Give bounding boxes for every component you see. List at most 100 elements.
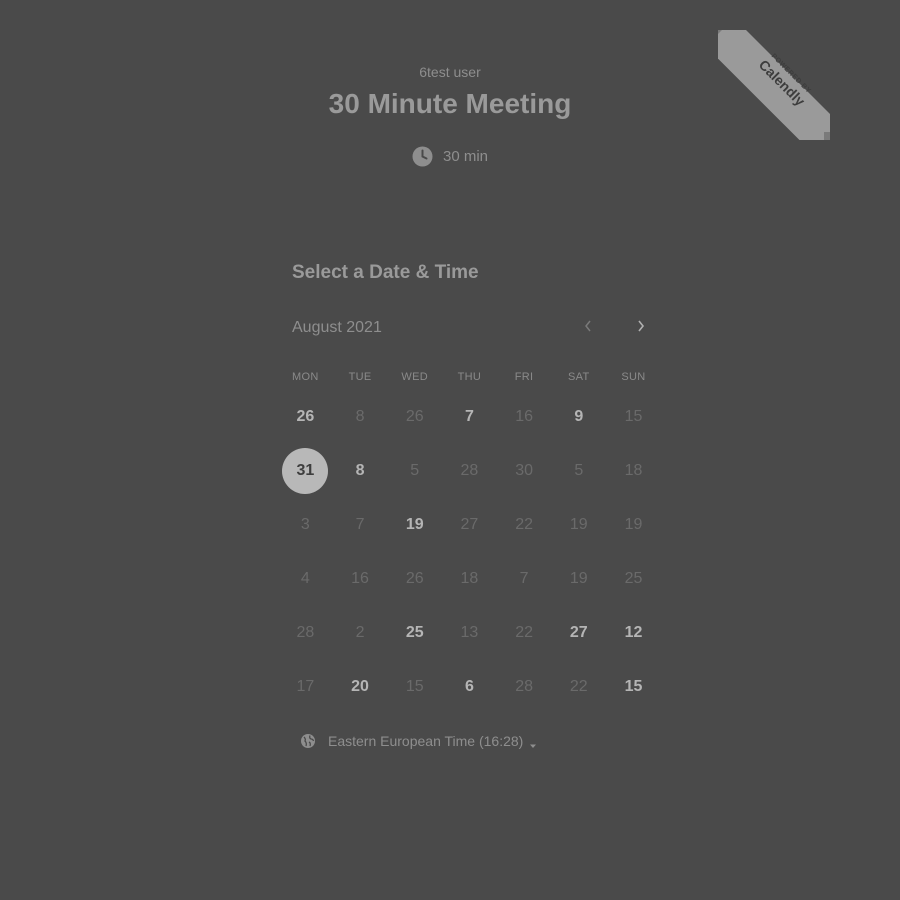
calendar-day: 15: [387, 660, 442, 714]
calendar-day: 4: [278, 552, 333, 606]
calendar-day-available[interactable]: 25: [387, 606, 442, 660]
day-number: 17: [296, 678, 315, 695]
calendar-day-available[interactable]: 19: [387, 498, 442, 552]
calendar-day-available[interactable]: 20: [333, 660, 388, 714]
weekday-label: TUE: [348, 371, 372, 383]
ribbon-fold: [824, 132, 830, 140]
globe-icon: [300, 733, 316, 749]
calendar-day: 28: [497, 660, 552, 714]
weekday-label: MON: [292, 371, 319, 383]
day-number: 12: [624, 624, 643, 641]
day-number: 3: [300, 516, 310, 533]
day-number: 27: [569, 624, 588, 641]
day-number: 19: [569, 516, 588, 533]
calendar-day: 5: [387, 444, 442, 498]
timezone-label: Eastern European Time (16:28): [328, 733, 524, 749]
duration-label: 30 min: [442, 148, 489, 165]
calendar-day: 7: [497, 552, 552, 606]
day-number: 5: [410, 462, 420, 479]
timezone-selector[interactable]: Eastern European Time (16:28): [300, 733, 537, 749]
scheduling-page: POWERED BY Calendly 6test user 30 Minute…: [0, 0, 900, 900]
weekday-label: SUN: [621, 371, 646, 383]
day-number: 22: [515, 624, 533, 641]
chevron-left-icon: [583, 319, 593, 338]
day-number: 13: [460, 624, 479, 641]
day-number: 25: [405, 624, 424, 641]
calendar-day-available[interactable]: 7: [442, 390, 497, 444]
calendar-day-available[interactable]: 27: [551, 606, 606, 660]
event-duration: 30 min: [0, 146, 900, 167]
calendar-day: 26: [387, 552, 442, 606]
day-number: 8: [355, 462, 365, 479]
calendar-day-available[interactable]: 8: [333, 444, 388, 498]
day-number: 28: [515, 678, 533, 695]
powered-by-badge[interactable]: POWERED BY Calendly: [718, 30, 830, 140]
day-number: 28: [296, 624, 315, 641]
day-number: 19: [569, 570, 588, 587]
day-number: 26: [296, 408, 315, 425]
calendar-day: 15: [606, 390, 661, 444]
day-number: 26: [405, 408, 424, 425]
weekday-label: THU: [457, 371, 482, 383]
day-number: 19: [624, 516, 643, 533]
day-number: 18: [460, 570, 479, 587]
calendar-day: 19: [551, 552, 606, 606]
calendar-day: 28: [278, 606, 333, 660]
day-number: 2: [355, 624, 365, 641]
day-number: 5: [574, 462, 584, 479]
calendar-day: 17: [278, 660, 333, 714]
day-number: 19: [405, 516, 424, 533]
calendar-day: 27: [442, 498, 497, 552]
calendar-day: 18: [442, 552, 497, 606]
calendar-day: 13: [442, 606, 497, 660]
calendar-day-available[interactable]: 9: [551, 390, 606, 444]
calendar-day: 22: [497, 606, 552, 660]
calendar-day: 19: [606, 498, 661, 552]
calendar-day: 2: [333, 606, 388, 660]
day-number: 15: [624, 678, 643, 695]
calendar-day: 8: [333, 390, 388, 444]
day-number: 31: [282, 448, 329, 494]
chevron-right-icon: [636, 319, 646, 338]
day-number: 18: [624, 462, 643, 479]
day-number: 20: [351, 678, 369, 695]
calendar-day-available[interactable]: 6: [442, 660, 497, 714]
calendar-day: 18: [606, 444, 661, 498]
clock-icon: [412, 146, 433, 167]
day-number: 15: [405, 678, 424, 695]
calendar-day-available[interactable]: 15: [606, 660, 661, 714]
day-number: 28: [460, 462, 479, 479]
prev-month-button[interactable]: [578, 318, 598, 338]
calendar-day: 7: [333, 498, 388, 552]
calendar-day-selected[interactable]: 31: [278, 444, 333, 498]
day-number: 15: [624, 408, 643, 425]
calendar-days-grid: 26 8 26 7 16 9 15 31 8 5 28 30 5 18 3 7 19 27 22 19 19 4 16 26 1…: [278, 390, 661, 714]
day-number: 16: [351, 570, 369, 587]
calendar-day: 30: [497, 444, 552, 498]
day-number: 8: [355, 408, 365, 425]
weekday-label: WED: [401, 371, 428, 383]
day-number: 22: [569, 678, 588, 695]
event-title: 30 Minute Meeting: [328, 88, 572, 119]
calendar-day-available[interactable]: 26: [278, 390, 333, 444]
day-number: 7: [355, 516, 365, 533]
day-number: 7: [519, 570, 529, 587]
owner-name: 6test user: [419, 64, 481, 80]
weekday-label: FRI: [514, 371, 534, 383]
day-number: 26: [405, 570, 424, 587]
day-number: 16: [515, 408, 533, 425]
calendar-day: 19: [551, 498, 606, 552]
day-number: 30: [515, 462, 533, 479]
calendar-day: 3: [278, 498, 333, 552]
weekday-header: MON TUE WED THU FRI SAT SUN: [278, 371, 661, 383]
day-number: 7: [464, 408, 474, 425]
calendar-day-available[interactable]: 12: [606, 606, 661, 660]
calendar-day: 26: [387, 390, 442, 444]
next-month-button[interactable]: [631, 318, 651, 338]
day-number: 22: [515, 516, 533, 533]
calendar-day: 16: [333, 552, 388, 606]
calendar-day: 28: [442, 444, 497, 498]
caret-down-icon: [529, 737, 537, 748]
month-label: August 2021: [292, 319, 382, 336]
day-number: 4: [300, 570, 310, 587]
